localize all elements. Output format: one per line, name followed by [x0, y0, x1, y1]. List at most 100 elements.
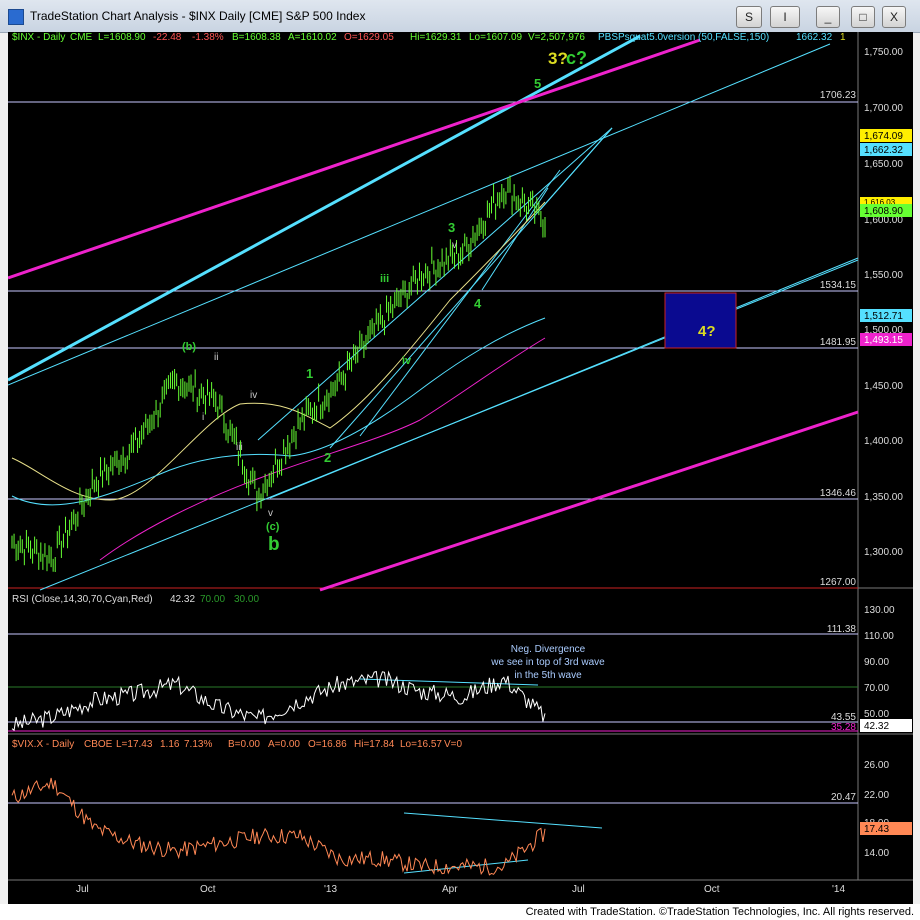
price-tag-last: 1,608.90 [864, 206, 903, 217]
wave-label-v-small: v [452, 240, 457, 251]
wave-label-iv-b: iv [250, 390, 257, 401]
wave-label-iv: iv [402, 355, 412, 367]
indicator-button[interactable]: I [770, 6, 800, 28]
wave-label-c-minor: (c) [266, 521, 280, 533]
price-tick: 1,550.00 [864, 270, 903, 281]
window-title: TradeStation Chart Analysis - $INX Daily… [30, 9, 366, 23]
price-symbol: $INX - Daily [12, 32, 65, 43]
price-change: -22.48 [153, 32, 182, 43]
level-label-1534: 1534.15 [820, 280, 857, 291]
vix-tick: 22.00 [864, 790, 889, 801]
wave-label-3: 3 [448, 220, 455, 235]
level-label-1481: 1481.95 [820, 337, 857, 348]
symbol-link-button[interactable]: S [736, 6, 762, 28]
rsi-tick: 70.00 [864, 683, 889, 694]
rsi-overbought: 70.00 [200, 594, 225, 605]
target-zone-label: 4? [698, 323, 716, 340]
chart-area[interactable]: 1706.23 1534.15 1481.95 1346.46 1267.00 … [7, 32, 913, 904]
wave-label-b-minor: (b) [182, 341, 196, 353]
x-tick: Oct [200, 884, 216, 895]
price-change-pct: -1.38% [192, 32, 224, 43]
vix-low: Lo=16.57 [400, 739, 442, 750]
wave-label-iii: iii [380, 273, 389, 285]
wave-label-ii: ii [214, 352, 218, 363]
price-tag-indicator: 1,662.32 [864, 145, 903, 156]
vix-change: 1.16 [160, 739, 180, 750]
x-tick: '13 [324, 884, 337, 895]
wave-label-b-major: b [268, 534, 280, 555]
price-open: O=1629.05 [344, 32, 394, 43]
price-header: $INX - Daily CME L=1608.90 -22.48 -1.38%… [12, 32, 846, 43]
vix-open: O=16.86 [308, 739, 347, 750]
footer-copyright: Created with TradeStation. ©TradeStation… [525, 906, 914, 918]
rsi-level-label-111: 111.38 [827, 624, 857, 635]
indicator-value: 1662.32 [796, 32, 833, 43]
vix-level-label-20: 20.47 [831, 792, 856, 803]
price-high: Hi=1629.31 [410, 32, 462, 43]
x-tick: Oct [704, 884, 720, 895]
price-low: Lo=1607.09 [469, 32, 523, 43]
app-icon [8, 9, 24, 25]
price-tick: 1,650.00 [864, 159, 903, 170]
x-tick: '14 [832, 884, 845, 895]
rsi-annotation-2: we see in top of 3rd wave [490, 657, 605, 668]
vix-change-pct: 7.13% [184, 739, 212, 750]
rsi-value: 42.32 [170, 594, 195, 605]
rsi-name: RSI (Close,14,30,70,Cyan,Red) [12, 594, 153, 605]
rsi-tick: 110.00 [864, 631, 894, 642]
price-tick: 1,400.00 [864, 436, 903, 447]
chart-svg[interactable]: 1706.23 1534.15 1481.95 1346.46 1267.00 … [7, 32, 913, 904]
x-tick: Apr [442, 884, 458, 895]
vix-tick: 14.00 [864, 848, 889, 859]
price-bid: B=1608.38 [232, 32, 281, 43]
rsi-level-label-35: 35.28 [831, 722, 856, 733]
level-label-1267: 1267.00 [820, 577, 857, 588]
rsi-tick: 130.00 [864, 605, 895, 616]
price-tick: 1,700.00 [864, 103, 903, 114]
wave-label-iii-b: iii [236, 442, 243, 453]
rsi-tick: 50.00 [864, 709, 889, 720]
price-tick: 1,300.00 [864, 547, 903, 558]
indicator-flag: 1 [840, 32, 846, 43]
wave-label-3q: 3? [548, 49, 568, 68]
x-tick: Jul [572, 884, 585, 895]
wave-label-cq: c? [566, 48, 587, 68]
price-exchange: CME [70, 32, 93, 43]
minimize-button[interactable]: _ [816, 6, 840, 28]
wave-label-1: 1 [306, 366, 313, 381]
wave-label-5: 5 [534, 76, 541, 91]
price-tag-magenta-ma: 1,493.15 [864, 335, 903, 346]
price-tag-high: 1,674.09 [864, 131, 903, 142]
price-last: L=1608.90 [98, 32, 146, 43]
wave-label-v-b: v [268, 508, 273, 519]
title-bar: TradeStation Chart Analysis - $INX Daily… [0, 0, 920, 33]
x-tick: Jul [76, 884, 89, 895]
vix-ask: A=0.00 [268, 739, 300, 750]
rsi-annotation-3: in the 5th wave [514, 670, 582, 681]
close-button[interactable]: X [882, 6, 906, 28]
level-label-1706: 1706.23 [820, 90, 857, 101]
level-label-1346: 1346.46 [820, 488, 857, 499]
indicator-name: PBSPsquat5.0version (50,FALSE,150) [598, 32, 769, 43]
price-volume: V=2,507,976 [528, 32, 585, 43]
price-tick: 1,750.00 [864, 47, 903, 58]
wave-label-i: i [202, 412, 204, 423]
vix-tick: 26.00 [864, 760, 889, 771]
vix-volume: V=0 [444, 739, 463, 750]
wave-label-2: 2 [324, 450, 331, 465]
vix-bid: B=0.00 [228, 739, 260, 750]
maximize-button[interactable]: □ [851, 6, 875, 28]
footer: Created with TradeStation. ©TradeStation… [0, 904, 920, 920]
rsi-tick: 90.00 [864, 657, 889, 668]
vix-value-tag: 17.43 [864, 824, 889, 835]
price-tag-cyan-ma: 1,512.71 [864, 311, 903, 322]
vix-exchange: CBOE [84, 739, 113, 750]
wave-label-4: 4 [474, 296, 482, 311]
price-tick: 1,350.00 [864, 492, 903, 503]
rsi-annotation-1: Neg. Divergence [511, 644, 586, 655]
chart-background [8, 32, 913, 904]
vix-symbol: $VIX.X - Daily [12, 739, 74, 750]
price-tick: 1,450.00 [864, 381, 903, 392]
vix-high: Hi=17.84 [354, 739, 395, 750]
vix-last: L=17.43 [116, 739, 153, 750]
